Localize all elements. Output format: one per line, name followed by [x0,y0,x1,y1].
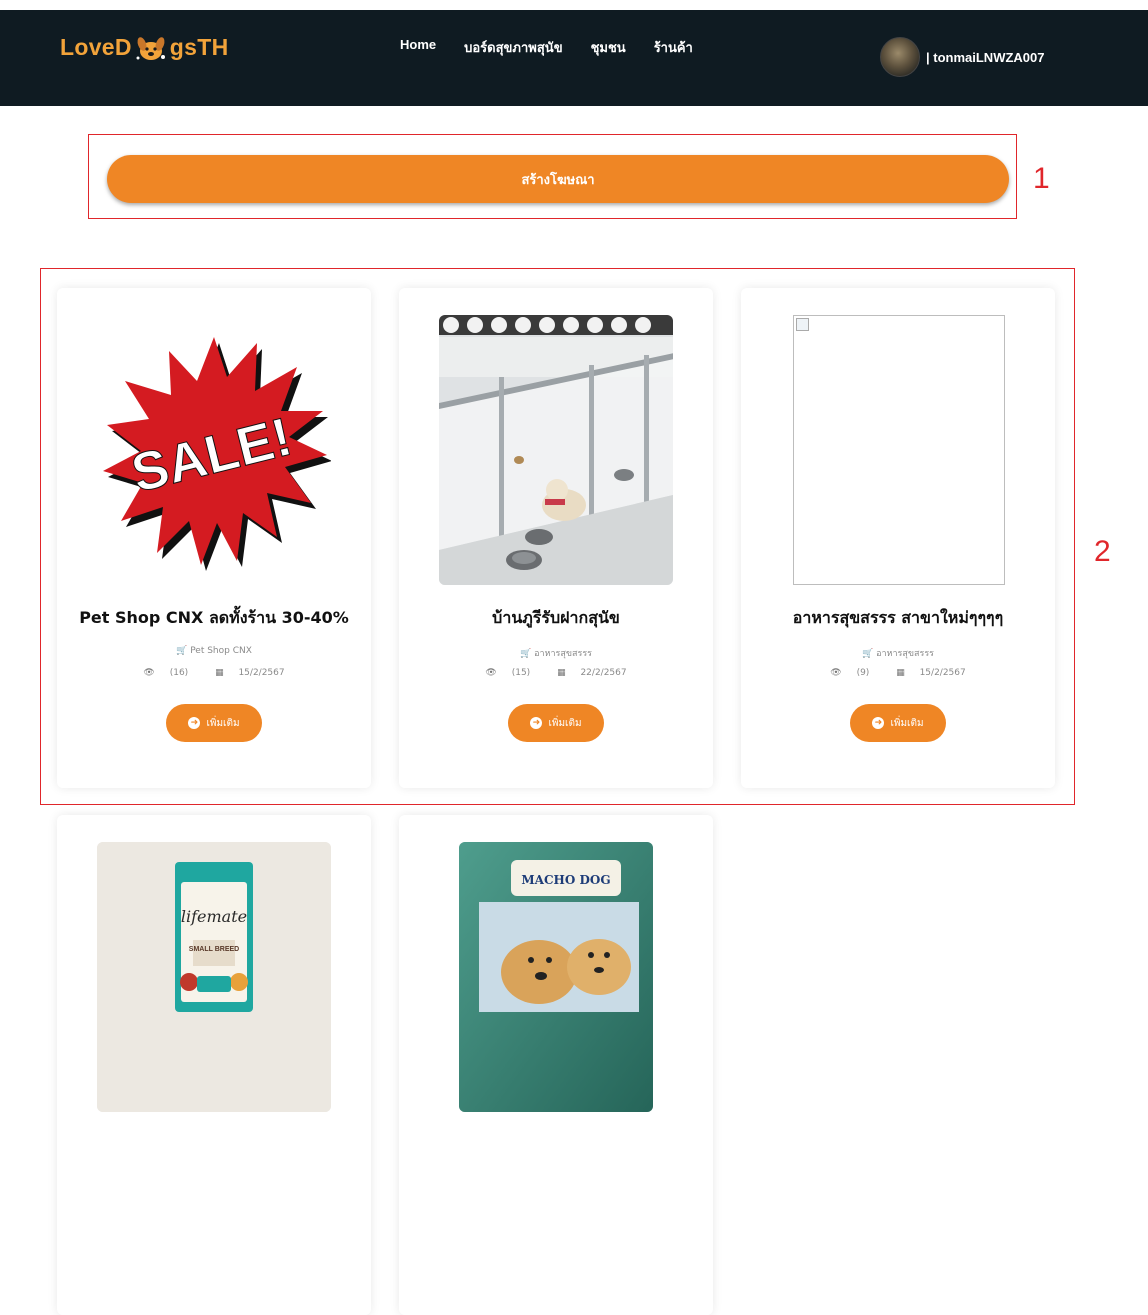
lifemate-sub-text: SMALL BREED [189,946,239,953]
site-logo[interactable]: LoveD gsTH [60,30,229,64]
sale-burst-icon: SALE! [103,337,331,571]
ad-card: lifemate SMALL BREED [57,815,371,1315]
lifemate-bag-icon: lifemate SMALL BREED [97,842,331,1112]
post-date: 15/2/2567 [238,668,285,678]
arrow-circle-right-icon: ➜ [188,717,201,729]
card-image-broken[interactable] [793,315,1005,585]
view-count: (16) [169,668,189,678]
card-title[interactable]: อาหารสุขสรรร สาขาใหม่ๆๆๆๆ [741,606,1055,631]
ad-card: อาหารสุขสรรร สาขาใหม่ๆๆๆๆ 🛒 อาหารสุขสรรร… [741,288,1055,788]
ad-card: SALE! Pet Shop CNX ลดทั้งร้าน 30-40% 🛒 P… [57,288,371,788]
view-count: (9) [856,668,870,678]
more-button[interactable]: ➜ เพิ่มเติม [508,704,604,742]
eye-icon: 👁 [143,668,155,678]
logo-text-right: gsTH [169,33,229,60]
dog-logo-icon [136,37,165,60]
post-date: 22/2/2567 [580,668,627,678]
broken-image-icon [796,318,809,331]
shop-name: อาหารสุขสรรร [534,649,592,659]
card-image-lifemate[interactable]: lifemate SMALL BREED [97,842,331,1112]
card-shop: 🛒 อาหารสุขสรรร [741,646,1055,660]
more-button-label: เพิ่มเติม [548,717,582,729]
annotation-label-1: 1 [1033,162,1050,195]
card-title[interactable]: บ้านภูรีรับฝากสุนัข [399,606,713,631]
lifemate-brand-text: lifemate [181,907,247,926]
eye-icon: 👁 [830,668,842,678]
arrow-circle-right-icon: ➜ [530,717,543,729]
card-title[interactable]: Pet Shop CNX ลดทั้งร้าน 30-40% [57,606,371,631]
arrow-circle-right-icon: ➜ [872,717,885,729]
cart-icon: 🛒 [861,649,874,659]
create-ad-button[interactable]: สร้างโฆษณา [107,155,1009,203]
main-nav: Home บอร์ดสุขภาพสุนัข ชุมชน ร้านค้า [400,37,693,58]
view-count: (15) [511,668,531,678]
cart-icon: 🛒 [176,646,188,656]
card-meta: 👁 (16) ▦ 15/2/2567 [57,668,371,678]
more-button[interactable]: ➜ เพิ่มเติม [166,704,262,742]
ad-card: บ้านภูรีรับฝากสุนัข 🛒 อาหารสุขสรรร 👁 (15… [399,288,713,788]
more-button-label: เพิ่มเติม [890,717,924,729]
card-image-kennel[interactable] [439,315,673,585]
avatar[interactable] [880,37,920,77]
card-shop: 🛒 อาหารสุขสรรร [399,646,713,660]
card-meta: 👁 (9) ▦ 15/2/2567 [741,668,1055,678]
top-navbar: LoveD gsTH Home บอร์ดสุขภาพสุนัข ชุมชน ร… [0,10,1148,106]
macho-dog-brand-text: MACHO DOG [521,873,610,887]
nav-shop[interactable]: ร้านค้า [654,37,693,58]
calendar-icon: ▦ [557,668,566,678]
ad-card: MACHO DOG [399,815,713,1315]
logo-text-left: LoveD [60,33,132,60]
annotation-label-2: 2 [1094,535,1111,568]
shop-name: Pet Shop CNX [190,646,252,656]
more-button-label: เพิ่มเติม [206,717,240,729]
post-date: 15/2/2567 [919,668,966,678]
kennel-photo-icon [439,315,673,585]
nav-community[interactable]: ชุมชน [591,37,626,58]
cart-icon: 🛒 [519,649,532,659]
eye-icon: 👁 [485,668,497,678]
card-image-sale[interactable]: SALE! [97,315,331,585]
card-shop: 🛒 Pet Shop CNX [57,646,371,656]
calendar-icon: ▦ [896,668,905,678]
card-image-macho-dog[interactable]: MACHO DOG [459,842,653,1112]
calendar-icon: ▦ [215,668,224,678]
nav-home[interactable]: Home [400,37,436,58]
more-button[interactable]: ➜ เพิ่มเติม [850,704,946,742]
macho-dog-bag-icon: MACHO DOG [459,842,653,1112]
shop-name: อาหารสุขสรรร [876,649,934,659]
card-meta: 👁 (15) ▦ 22/2/2567 [399,668,713,678]
user-menu[interactable]: | tonmaiLNWZA007 [880,37,1044,77]
nav-health-board[interactable]: บอร์ดสุขภาพสุนัข [464,37,562,58]
username[interactable]: | tonmaiLNWZA007 [926,50,1044,65]
